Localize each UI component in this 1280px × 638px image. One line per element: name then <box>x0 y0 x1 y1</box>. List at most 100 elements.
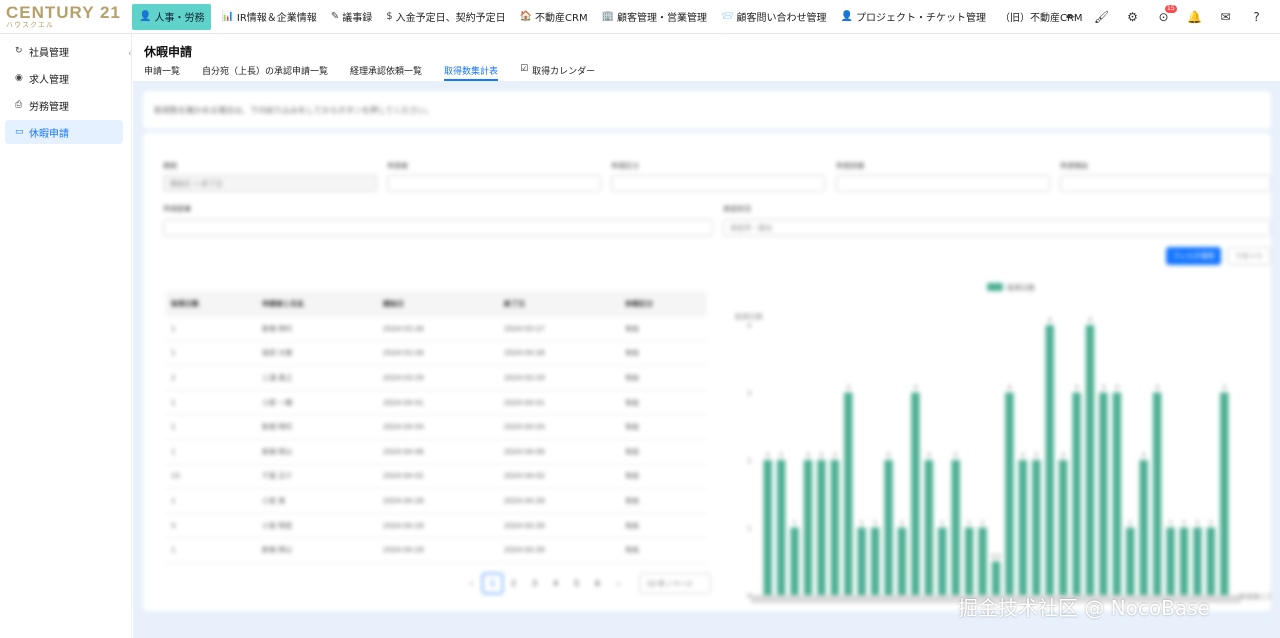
tab-3[interactable]: 取得数集計表 <box>444 64 499 81</box>
bar-value-label: 4 <box>1048 317 1052 324</box>
column-header[interactable]: 開始日 <box>377 299 498 309</box>
bar <box>1220 392 1229 595</box>
table-cell: 有給 <box>625 324 639 333</box>
sidebar-item-label: 社員管理 <box>29 47 69 59</box>
table-row[interactable]: 1 新規 明公 2024-04-06 2024-04-06 有給 <box>165 440 707 465</box>
sidebar-item-label: 求人管理 <box>29 74 69 86</box>
topnav-label: 顧客問い合わせ管理 <box>736 13 827 24</box>
page-2-button[interactable]: 2 <box>503 573 524 594</box>
bar <box>964 527 974 595</box>
bar <box>830 460 840 595</box>
page-5-button[interactable]: 5 <box>566 573 587 594</box>
bar-value-label: 3 <box>1075 385 1079 392</box>
tab-1[interactable]: 自分宛（上長）の承認申請一覧 <box>202 64 328 81</box>
tab-0[interactable]: 申請一覧 <box>144 64 180 81</box>
sidebar-item-0[interactable]: ↻ 社員管理 <box>5 39 123 63</box>
status-input[interactable]: 承認済・提出 <box>723 219 1271 236</box>
table-row[interactable]: 1 新規 明公 2024-04-28 2024-04-28 有給 <box>165 538 707 563</box>
sidebar: ↻ 社員管理 ◉ 求人管理 ⎙ 労務管理 ▭ 休暇申請 <box>0 34 132 638</box>
bar <box>1193 527 1202 595</box>
topnav-item-3[interactable]: $ 入金予定日、契約予定日 <box>379 0 512 34</box>
topnav-item-0[interactable]: 👤 人事・労務 <box>132 3 212 30</box>
reason-input[interactable] <box>1060 175 1271 192</box>
sidebar-item-1[interactable]: ◉ 求人管理 <box>5 66 123 90</box>
table-cell: 有給 <box>625 398 639 407</box>
applicant-input[interactable] <box>387 175 601 192</box>
next-page-button[interactable]: › <box>608 573 629 594</box>
table-cell: 1 <box>171 496 176 505</box>
calendar-check-icon: ☑ <box>520 64 529 74</box>
gear-icon[interactable]: ⚙ <box>1117 0 1148 34</box>
department-input[interactable] <box>163 219 713 236</box>
bar-value-label: 3 <box>1008 385 1012 392</box>
bar-value-label: 1 <box>793 520 797 527</box>
y-axis-label: 取得日数 <box>735 312 763 321</box>
table-cell: 有給 <box>625 472 639 481</box>
tab-label: 取得数集計表 <box>444 67 499 77</box>
topnav-item-6[interactable]: 📨 顧客問い合わせ管理 <box>714 0 833 34</box>
bell-icon[interactable]: 🔔 <box>1179 0 1210 34</box>
table-row[interactable]: 1 坂田 大樹 2024-03-28 2024-04-28 有給 <box>165 342 707 367</box>
table-row[interactable]: 15 千葉 正介 2024-04-02 2024-04-02 有給 <box>165 465 707 490</box>
bar-value-label: 1 <box>900 520 904 527</box>
mail-icon[interactable]: ✉ <box>1210 0 1241 34</box>
topnav-item-4[interactable]: 🏠 不動産CRM <box>513 0 595 34</box>
edit-icon: ✎ <box>330 11 340 22</box>
sidebar-item-2[interactable]: ⎙ 労務管理 <box>5 93 123 117</box>
house-icon: 🏠 <box>519 11 533 22</box>
bar-value-label: 1 <box>1128 520 1132 527</box>
check-circle-icon[interactable]: ⊙ 15 <box>1148 0 1179 34</box>
page-4-button[interactable]: 4 <box>545 573 566 594</box>
topnav-item-2[interactable]: ✎ 議事録 <box>324 0 379 34</box>
bar <box>978 527 987 595</box>
bar-value-label: 0.5 <box>991 553 1001 560</box>
tab-2[interactable]: 経理承認依頼一覧 <box>350 64 422 81</box>
tab-label: 自分宛（上長）の承認申請一覧 <box>202 67 329 77</box>
apply-filter-button[interactable]: フィルタ適用 <box>1166 247 1221 265</box>
topnav-item-7[interactable]: 👤 プロジェクト・チケット管理 <box>834 0 993 34</box>
topnav-item-5[interactable]: 🏢 顧客管理・営業管理 <box>595 0 714 34</box>
reset-button[interactable]: リセット <box>1227 247 1271 265</box>
table-row[interactable]: 1 小宮 香 2024-04-28 2024-04-28 有給 <box>165 489 707 514</box>
column-header[interactable]: 取得日数 <box>165 299 256 309</box>
column-header[interactable]: 休暇区分 <box>619 299 707 309</box>
y-tick-label: 2 <box>747 457 751 465</box>
table-row[interactable]: 2 三浦 貴之 2024-03-29 2024-03-29 有給 <box>165 366 707 391</box>
bar-value-label: 1 <box>1209 520 1213 527</box>
table-row[interactable]: 3 小宮 明宏 2024-04-28 2024-04-28 有給 <box>165 514 707 539</box>
detail-input[interactable] <box>836 175 1050 192</box>
table-row[interactable]: 1 小原 一輝 2024-04-01 2024-04-01 有給 <box>165 391 707 416</box>
x-axis-label: 申請者と氏名 <box>1239 592 1271 601</box>
sidebar-collapse-icon[interactable]: ‹ <box>128 49 132 59</box>
bar-chart-icon: 📊 <box>221 11 234 22</box>
bar <box>938 527 947 595</box>
bar <box>924 460 934 595</box>
pen-icon[interactable]: ✒ <box>1055 0 1086 34</box>
column-header[interactable]: 終了日 <box>498 299 619 309</box>
brand-logo[interactable]: CENTURY 21 ハウスクエル <box>0 0 132 34</box>
table-cell: 2024-04-04 <box>504 423 545 432</box>
tab-4[interactable]: ☑ 取得カレンダー <box>520 64 595 81</box>
table-cell: 小宮 香 <box>262 496 286 505</box>
category-input[interactable] <box>611 175 825 192</box>
table-cell: 坂田 大樹 <box>262 349 293 358</box>
page-size-select[interactable]: 10 件 / ページ <box>639 573 711 594</box>
brush-icon[interactable]: 🖌 <box>1086 0 1117 34</box>
table-row[interactable]: 1 新規 明代 2024-03-26 2024-03-27 有給 <box>165 317 707 342</box>
column-header[interactable]: 申請者と氏名 <box>256 299 377 309</box>
page-6-button[interactable]: 6 <box>587 573 608 594</box>
help-icon[interactable]: ? <box>1241 0 1272 34</box>
table-cell: 2024-04-06 <box>504 447 545 456</box>
header-actions: ✒ 🖌 ⚙ ⊙ 15 🔔 ✉? <box>1055 0 1272 34</box>
table-cell: 2024-03-27 <box>504 324 545 333</box>
bar <box>763 460 772 595</box>
sidebar-item-3[interactable]: ▭ 休暇申請 <box>5 120 123 144</box>
prev-page-button[interactable]: ‹ <box>461 573 482 594</box>
topnav-item-1[interactable]: 📊 IR情報＆企業情報 <box>214 0 323 34</box>
bar-value-label: 2 <box>1021 452 1025 459</box>
top-bar: CENTURY 21 ハウスクエル 👤 人事・労務 📊 IR情報＆企業情報 ✎ 議事録 $ 入… <box>0 0 1280 34</box>
page-1-button[interactable]: 1 <box>482 573 503 594</box>
table-row[interactable]: 1 新規 明代 2024-04-04 2024-04-04 有給 <box>165 415 707 440</box>
period-range-input[interactable]: 開始日 → 終了日 <box>163 175 377 192</box>
page-3-button[interactable]: 3 <box>524 573 545 594</box>
